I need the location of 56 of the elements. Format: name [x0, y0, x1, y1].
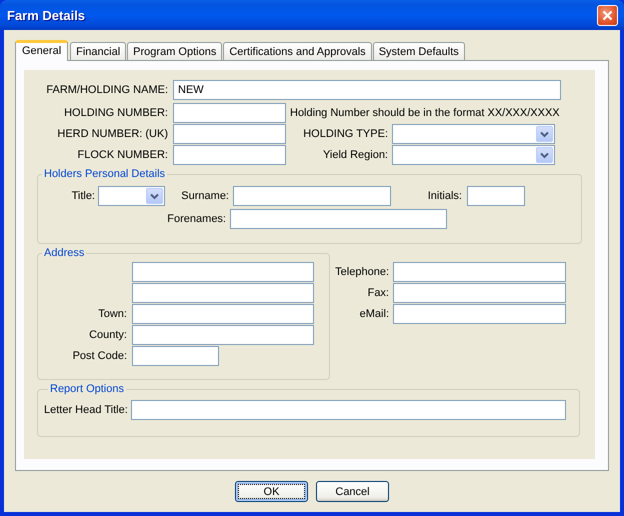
field-label: Surname:	[180, 190, 229, 202]
tab[interactable]: System Defaults	[372, 42, 465, 60]
text-field[interactable]	[132, 325, 314, 345]
field-label: HERD NUMBER: (UK)	[56, 128, 168, 140]
text-field[interactable]	[173, 124, 286, 144]
text-field[interactable]	[131, 400, 566, 420]
field-label: Yield Region:	[322, 149, 388, 161]
dropdown[interactable]	[392, 124, 555, 144]
text-field[interactable]	[132, 346, 219, 366]
field-label: Initials:	[426, 190, 462, 202]
dropdown-button[interactable]	[146, 188, 163, 204]
dropdown[interactable]	[98, 186, 165, 206]
text-field[interactable]	[393, 304, 566, 324]
field-label: Town:	[97, 308, 127, 320]
text-field[interactable]	[173, 103, 286, 123]
chevron-down-icon	[540, 152, 549, 158]
field-label: Telephone:	[334, 266, 389, 278]
tab[interactable]: Certifications and Approvals	[223, 42, 372, 60]
group-title: Report Options	[49, 383, 125, 396]
field-label: eMail:	[358, 308, 389, 320]
field-label: Fax:	[366, 287, 389, 299]
text-field[interactable]	[173, 145, 286, 165]
field-label: HOLDING NUMBER:	[63, 107, 168, 119]
format-hint: Holding Number should be in the format XX/XXX/XXXX	[290, 107, 560, 119]
group-title: Holders Personal Details	[43, 168, 166, 181]
dialog-button[interactable]: Cancel	[316, 481, 389, 502]
text-field[interactable]	[132, 262, 314, 282]
close-icon	[602, 10, 613, 21]
field-label: HOLDING TYPE:	[302, 128, 388, 140]
field-label: Title:	[70, 190, 95, 202]
window-title: Farm Details	[7, 8, 86, 22]
field-label: County:	[88, 329, 127, 341]
close-button[interactable]	[597, 5, 618, 26]
text-field[interactable]	[230, 209, 447, 229]
field-label: FLOCK NUMBER:	[76, 149, 168, 161]
group-title: Address	[43, 247, 86, 260]
field-label: Forenames:	[166, 213, 226, 225]
text-field[interactable]	[393, 262, 566, 282]
dropdown[interactable]	[392, 145, 555, 165]
text-field[interactable]	[132, 283, 314, 303]
dropdown-button[interactable]	[536, 126, 553, 142]
tab[interactable]: General	[15, 40, 68, 61]
tab[interactable]: Financial	[70, 42, 126, 60]
text-field[interactable]	[467, 186, 525, 206]
tab[interactable]: Program Options	[127, 42, 222, 60]
chevron-down-icon	[540, 130, 549, 138]
text-field[interactable]: NEW	[173, 80, 561, 100]
field-label: Post Code:	[72, 350, 127, 362]
text-field[interactable]	[233, 186, 391, 206]
text-field[interactable]	[393, 283, 566, 303]
text-field[interactable]	[132, 304, 314, 324]
field-label: Letter Head Title:	[44, 404, 127, 416]
chevron-down-icon	[150, 192, 159, 200]
field-label: FARM/HOLDING NAME:	[45, 84, 168, 96]
dropdown-button[interactable]	[536, 147, 553, 163]
dialog-button[interactable]: OK	[235, 481, 308, 502]
